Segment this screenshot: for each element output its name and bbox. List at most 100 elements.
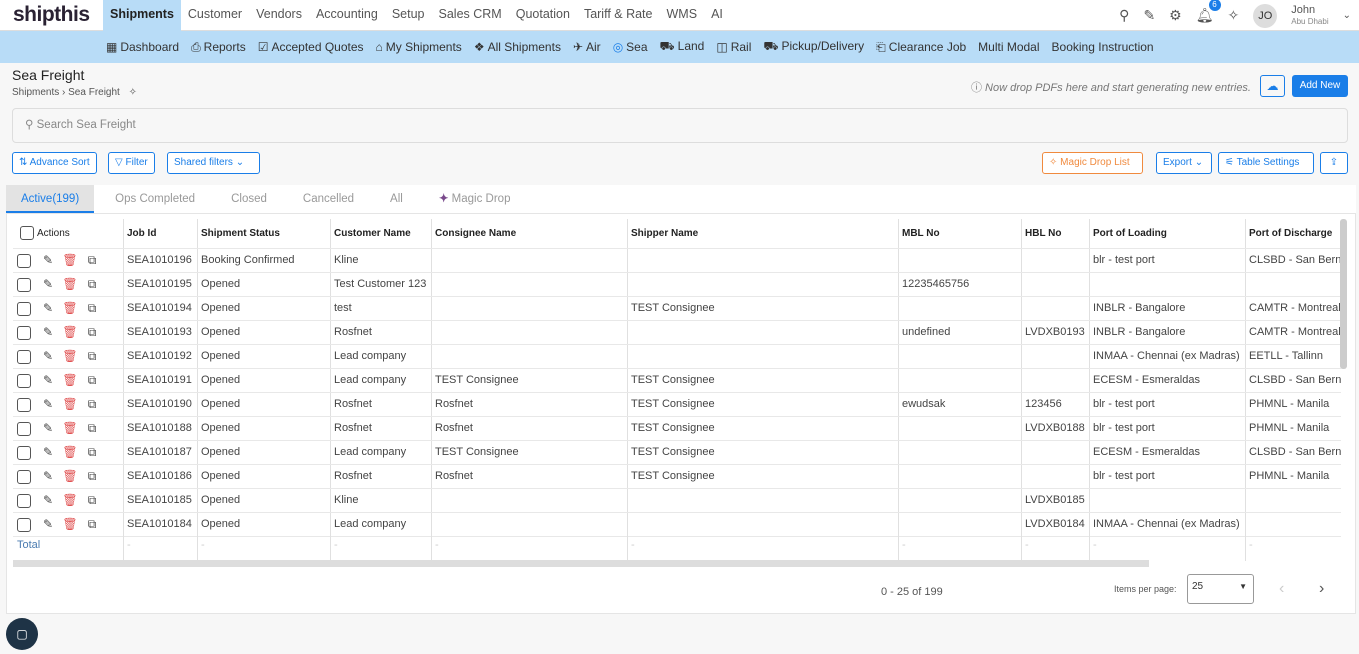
edit-pencil-icon[interactable]: ✎	[40, 273, 56, 296]
breadcrumb[interactable]: Shipments › Sea Freight ✧	[12, 87, 137, 98]
delete-trash-icon[interactable]: 🗑︎	[62, 345, 78, 368]
export-dropdown[interactable]: Export ⌄	[1156, 152, 1212, 174]
row-checkbox[interactable]	[17, 326, 31, 340]
sub-nav-dashboard[interactable]: ▦Dashboard	[106, 40, 179, 54]
column-header-job-id[interactable]: Job Id	[124, 219, 198, 248]
edit-pencil-icon[interactable]: ✎	[40, 465, 56, 488]
copy-icon[interactable]: ⧉	[84, 441, 100, 464]
row-checkbox[interactable]	[17, 518, 31, 532]
sub-nav-air[interactable]: ✈Air	[573, 40, 601, 54]
tab-magic-drop[interactable]: ✦ Magic Drop	[424, 185, 526, 213]
main-nav-quotation[interactable]: Quotation	[509, 0, 577, 31]
main-nav-customer[interactable]: Customer	[181, 0, 249, 31]
row-checkbox[interactable]	[17, 302, 31, 316]
main-nav-wms[interactable]: WMS	[660, 0, 705, 31]
copy-icon[interactable]: ⧉	[84, 297, 100, 320]
avatar[interactable]: JO	[1253, 4, 1277, 28]
table-row[interactable]: ✎🗑︎⧉SEA1010186OpenedRosfnetRosfnetTEST C…	[13, 465, 1341, 489]
add-new-button[interactable]: Add New	[1292, 75, 1348, 97]
edit-pencil-icon[interactable]: ✎	[40, 441, 56, 464]
copy-icon[interactable]: ⧉	[84, 273, 100, 296]
main-nav-ai[interactable]: AI	[704, 0, 730, 31]
logo[interactable]: shipthis	[0, 3, 103, 27]
column-header-shipper-name[interactable]: Shipper Name	[628, 219, 899, 248]
chat-launcher-button[interactable]: ▢	[6, 618, 38, 650]
copy-icon[interactable]: ⧉	[84, 249, 100, 272]
sparkle-icon[interactable]: ✧	[1228, 7, 1240, 24]
sub-nav-clearance-job[interactable]: ⎗Clearance Job	[876, 40, 966, 55]
sub-nav-my-shipments[interactable]: ⌂My Shipments	[376, 40, 462, 54]
delete-trash-icon[interactable]: 🗑︎	[62, 513, 78, 536]
row-checkbox[interactable]	[17, 494, 31, 508]
table-row[interactable]: ✎🗑︎⧉SEA1010192OpenedLead companyINMAA - …	[13, 345, 1341, 369]
edit-pencil-icon[interactable]: ✎	[40, 513, 56, 536]
sub-nav-all-shipments[interactable]: ❖All Shipments	[474, 40, 561, 54]
column-header-hbl-no[interactable]: HBL No	[1022, 219, 1090, 248]
magic-drop-list-button[interactable]: ✧ Magic Drop List	[1042, 152, 1143, 174]
sub-nav-sea[interactable]: ◎Sea	[613, 40, 648, 54]
copy-icon[interactable]: ⧉	[84, 369, 100, 392]
edit-pencil-icon[interactable]: ✎	[40, 489, 56, 512]
copy-icon[interactable]: ⧉	[84, 489, 100, 512]
row-checkbox[interactable]	[17, 398, 31, 412]
table-row[interactable]: ✎🗑︎⧉SEA1010188OpenedRosfnetRosfnetTEST C…	[13, 417, 1341, 441]
row-checkbox[interactable]	[17, 374, 31, 388]
table-row[interactable]: ✎🗑︎⧉SEA1010194OpenedtestTEST ConsigneeIN…	[13, 297, 1341, 321]
items-per-page-select[interactable]: 25▼	[1187, 574, 1254, 604]
delete-trash-icon[interactable]: 🗑︎	[62, 393, 78, 416]
chevron-down-icon[interactable]: ⌄	[1343, 10, 1351, 21]
column-header-port-of-discharge[interactable]: Port of Discharge	[1246, 219, 1341, 248]
tab-all[interactable]: All	[375, 185, 418, 213]
tab-closed[interactable]: Closed	[216, 185, 282, 213]
prev-page-button[interactable]: ‹	[1279, 580, 1284, 598]
sub-nav-land[interactable]: ⛟Land	[660, 39, 705, 55]
sub-nav-multi-modal[interactable]: Multi Modal	[978, 40, 1039, 54]
row-checkbox[interactable]	[17, 470, 31, 484]
copy-icon[interactable]: ⧉	[84, 321, 100, 344]
edit-pencil-icon[interactable]: ✎	[40, 321, 56, 344]
table-settings-button[interactable]: ⚟ Table Settings	[1218, 152, 1314, 174]
copy-icon[interactable]: ⧉	[84, 345, 100, 368]
cloud-upload-button[interactable]: ☁	[1260, 75, 1285, 97]
main-nav-shipments[interactable]: Shipments	[103, 0, 181, 31]
pin-icon[interactable]: ✧	[129, 87, 137, 98]
main-nav-tariff-rate[interactable]: Tariff & Rate	[577, 0, 660, 31]
column-header-consignee-name[interactable]: Consignee Name	[432, 219, 628, 248]
main-nav-sales-crm[interactable]: Sales CRM	[432, 0, 509, 31]
sub-nav-rail[interactable]: ◫Rail	[716, 40, 751, 54]
upload-button[interactable]: ⇪	[1320, 152, 1348, 174]
next-page-button[interactable]: ›	[1319, 580, 1324, 598]
sub-nav-pickup-delivery[interactable]: ⛟Pickup/Delivery	[763, 39, 864, 55]
delete-trash-icon[interactable]: 🗑︎	[62, 249, 78, 272]
tab-ops-completed[interactable]: Ops Completed	[100, 185, 210, 213]
user-menu[interactable]: JohnAbu Dhabi	[1291, 4, 1328, 28]
table-row[interactable]: ✎🗑︎⧉SEA1010190OpenedRosfnetRosfnetTEST C…	[13, 393, 1341, 417]
delete-trash-icon[interactable]: 🗑︎	[62, 417, 78, 440]
table-row[interactable]: ✎🗑︎⧉SEA1010195OpenedTest Customer 123122…	[13, 273, 1341, 297]
edit-pencil-icon[interactable]: ✎	[40, 345, 56, 368]
copy-icon[interactable]: ⧉	[84, 465, 100, 488]
select-all-checkbox[interactable]	[20, 226, 34, 240]
gear-icon[interactable]: ⚙	[1169, 7, 1182, 24]
main-nav-accounting[interactable]: Accounting	[309, 0, 385, 31]
table-row[interactable]: ✎🗑︎⧉SEA1010191OpenedLead companyTEST Con…	[13, 369, 1341, 393]
sub-nav-booking-instruction[interactable]: Booking Instruction	[1052, 40, 1154, 54]
delete-trash-icon[interactable]: 🗑︎	[62, 297, 78, 320]
table-row[interactable]: ✎🗑︎⧉SEA1010196Booking ConfirmedKlineblr …	[13, 249, 1341, 273]
edit-pencil-icon[interactable]: ✎	[40, 417, 56, 440]
edit-pencil-icon[interactable]: ✎	[40, 369, 56, 392]
row-checkbox[interactable]	[17, 422, 31, 436]
edit-pencil-icon[interactable]: ✎	[40, 249, 56, 272]
vertical-scrollbar[interactable]	[1340, 219, 1347, 369]
main-nav-setup[interactable]: Setup	[385, 0, 432, 31]
column-header-port-of-loading[interactable]: Port of Loading	[1090, 219, 1246, 248]
row-checkbox[interactable]	[17, 278, 31, 292]
row-checkbox[interactable]	[17, 350, 31, 364]
delete-trash-icon[interactable]: 🗑︎	[62, 441, 78, 464]
bell-icon[interactable]: 🔔︎6	[1196, 7, 1214, 24]
copy-icon[interactable]: ⧉	[84, 393, 100, 416]
sub-nav-accepted-quotes[interactable]: ☑Accepted Quotes	[258, 40, 364, 54]
table-row[interactable]: ✎🗑︎⧉SEA1010185OpenedKlineLVDXB0185	[13, 489, 1341, 513]
copy-icon[interactable]: ⧉	[84, 417, 100, 440]
table-row[interactable]: ✎🗑︎⧉SEA1010187OpenedLead companyTEST Con…	[13, 441, 1341, 465]
